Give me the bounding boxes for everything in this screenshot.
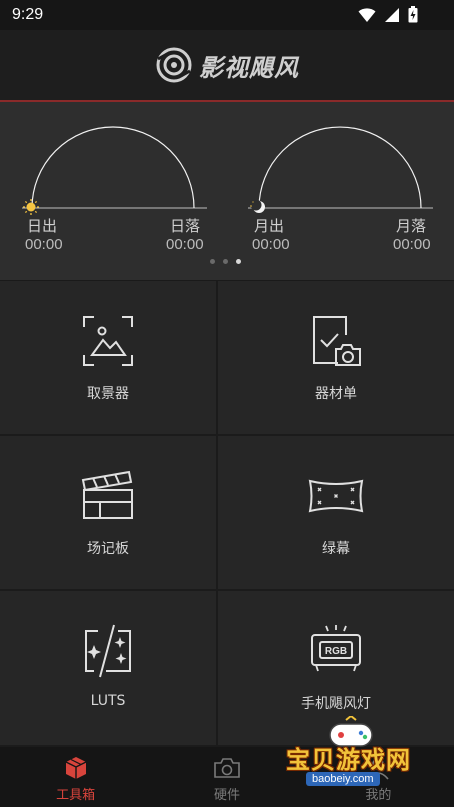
sunset-time: 00:00 [166,236,204,253]
moon-icon [250,199,265,213]
status-bar: 9:29 [0,0,454,30]
tool-viewfinder[interactable]: 取景器 [0,281,218,436]
tool-green-screen[interactable]: 绿幕 [218,436,454,591]
wifi-icon [358,7,376,22]
moonrise-label: 月出 [254,217,285,235]
sunrise-time: 00:00 [25,236,63,253]
nav-item-toolbox[interactable]: 工具箱 [0,747,151,807]
rgb-light-icon: RGB [311,625,361,672]
tool-label: LUTS [90,693,126,709]
svg-text:RGB: RGB [325,646,347,657]
nav-item-hardware[interactable]: 硬件 [151,747,302,807]
page-dot[interactable] [223,259,228,264]
battery-charging-icon [408,6,418,23]
camera-icon [214,758,240,778]
app-header: 影视飓风 [0,30,454,100]
logo-text: 影视飓风 [199,53,299,82]
moonset-label: 月落 [396,217,427,235]
luts-icon [85,624,131,678]
signal-icon [385,7,399,22]
watermark-title: 宝贝游戏网 [286,746,411,774]
sun-arc [31,126,195,209]
status-time: 9:29 [12,6,44,23]
watermark-overlay: 宝贝游戏网 baobeiy.com [282,716,422,802]
logo-swirl-icon [156,47,192,83]
moon-arc [258,126,422,209]
sun-moon-panel[interactable]: 日出 日落 00:00 00:00 月出 月落 00:00 00:00 [0,102,454,280]
clapperboard-icon [81,470,133,519]
green-screen-icon [308,479,364,513]
tool-label: 器材单 [315,386,357,402]
toolbox-icon [65,757,86,779]
page-indicator[interactable] [210,259,241,264]
page-dot[interactable] [210,259,215,264]
sun-icon [23,199,39,215]
tools-grid: 取景器 器材单 场记板 绿幕 LUTS RGB 手机飓风灯 [0,281,454,747]
viewfinder-icon [83,316,133,366]
tool-label: 取景器 [87,386,129,402]
moonset-time: 00:00 [393,236,431,253]
tool-label: 手机飓风灯 [301,696,371,712]
page-dot-active[interactable] [236,259,241,264]
watermark-url: baobeiy.com [306,772,380,786]
sunrise-label: 日出 [27,217,58,235]
tool-label: 绿幕 [322,541,350,557]
status-icons [358,6,418,23]
gear-list-icon [313,316,361,366]
sunset-label: 日落 [170,217,201,235]
nav-label: 工具箱 [56,788,96,803]
tool-label: 场记板 [87,541,129,557]
sun-moon-arcs [22,126,433,215]
brand-logo: 影视飓风 [155,46,299,84]
moonrise-time: 00:00 [252,236,290,253]
tool-clapperboard[interactable]: 场记板 [0,436,218,591]
tool-gear-list[interactable]: 器材单 [218,281,454,436]
tool-luts[interactable]: LUTS [0,591,218,747]
nav-label: 硬件 [213,788,240,803]
